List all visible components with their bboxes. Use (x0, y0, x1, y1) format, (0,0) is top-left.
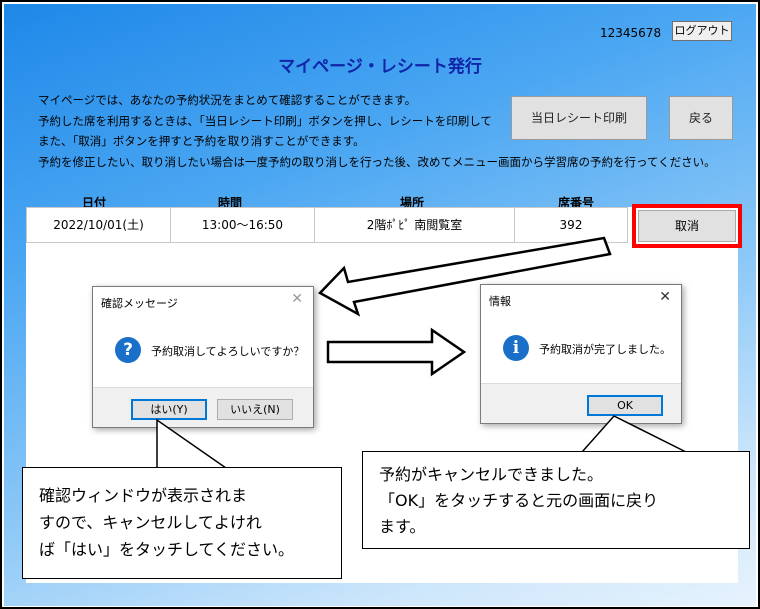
screenshot-frame: 12345678 ログアウト マイページ・レシート発行 マイページでは、あなたの… (0, 0, 760, 609)
callout-right-line: 「OK」をタッチすると元の画面に戻り (379, 491, 659, 510)
callout-left-line: ば「はい」をタッチしてください。 (39, 540, 295, 559)
arrow-left-icon (317, 236, 612, 317)
callout-left-line: 確認ウィンドウが表示されま (39, 486, 248, 505)
callout-left: 確認ウィンドウが表示されま すので、キャンセルしてよけれ ば「はい」をタッチして… (22, 467, 342, 579)
arrow-right-icon (326, 327, 467, 377)
callout-right-line: ます。 (379, 517, 426, 536)
callout-pointer-left (156, 418, 229, 469)
callout-right: 予約がキャンセルできました。 「OK」をタッチすると元の画面に戻り ます。 (362, 451, 750, 549)
callout-left-line: すので、キャンセルしてよけれ (39, 513, 262, 532)
callout-pointer-right (580, 415, 687, 453)
callout-right-line: 予約がキャンセルできました。 (379, 465, 604, 484)
